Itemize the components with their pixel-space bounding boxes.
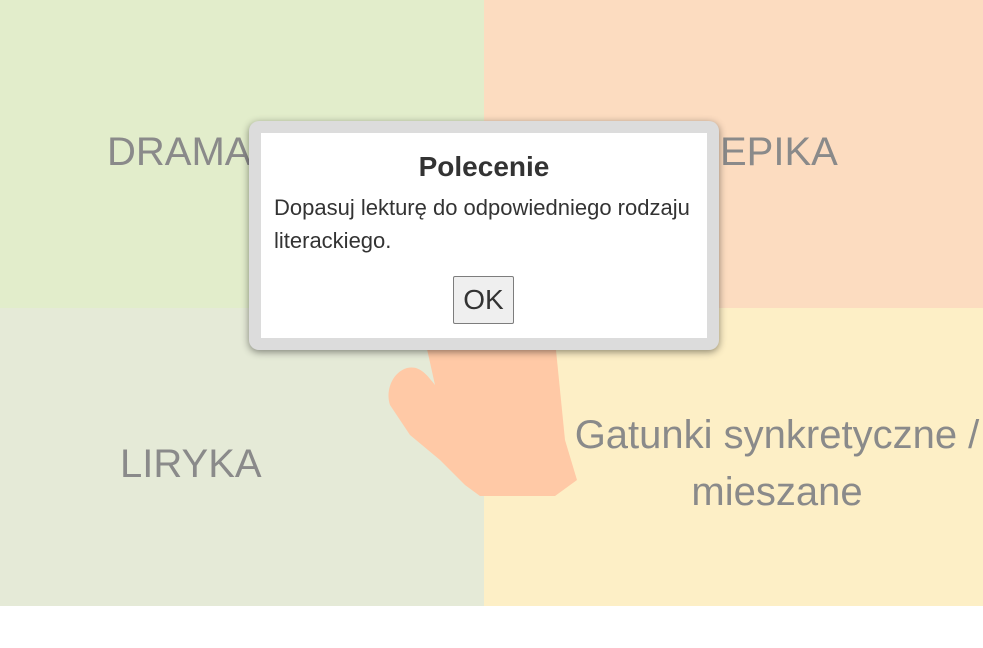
dialog-title: Polecenie	[418, 151, 550, 182]
drop-zone-epika-label: EPIKA	[720, 130, 838, 174]
ok-button[interactable]: OK	[453, 276, 514, 324]
instruction-dialog-body: Polecenie Dopasuj lekturę do odpowiednie…	[261, 133, 707, 338]
drop-zone-liryka-label: LIRYKA	[120, 442, 262, 486]
dialog-message: Dopasuj lekturę do odpowiedniego rodzaju…	[274, 195, 690, 253]
instruction-dialog: Polecenie Dopasuj lekturę do odpowiednie…	[249, 121, 719, 350]
pointing-hand-icon	[388, 340, 577, 496]
drop-zone-gatunki-label: Gatunki synkretyczne / mieszane	[574, 413, 980, 514]
